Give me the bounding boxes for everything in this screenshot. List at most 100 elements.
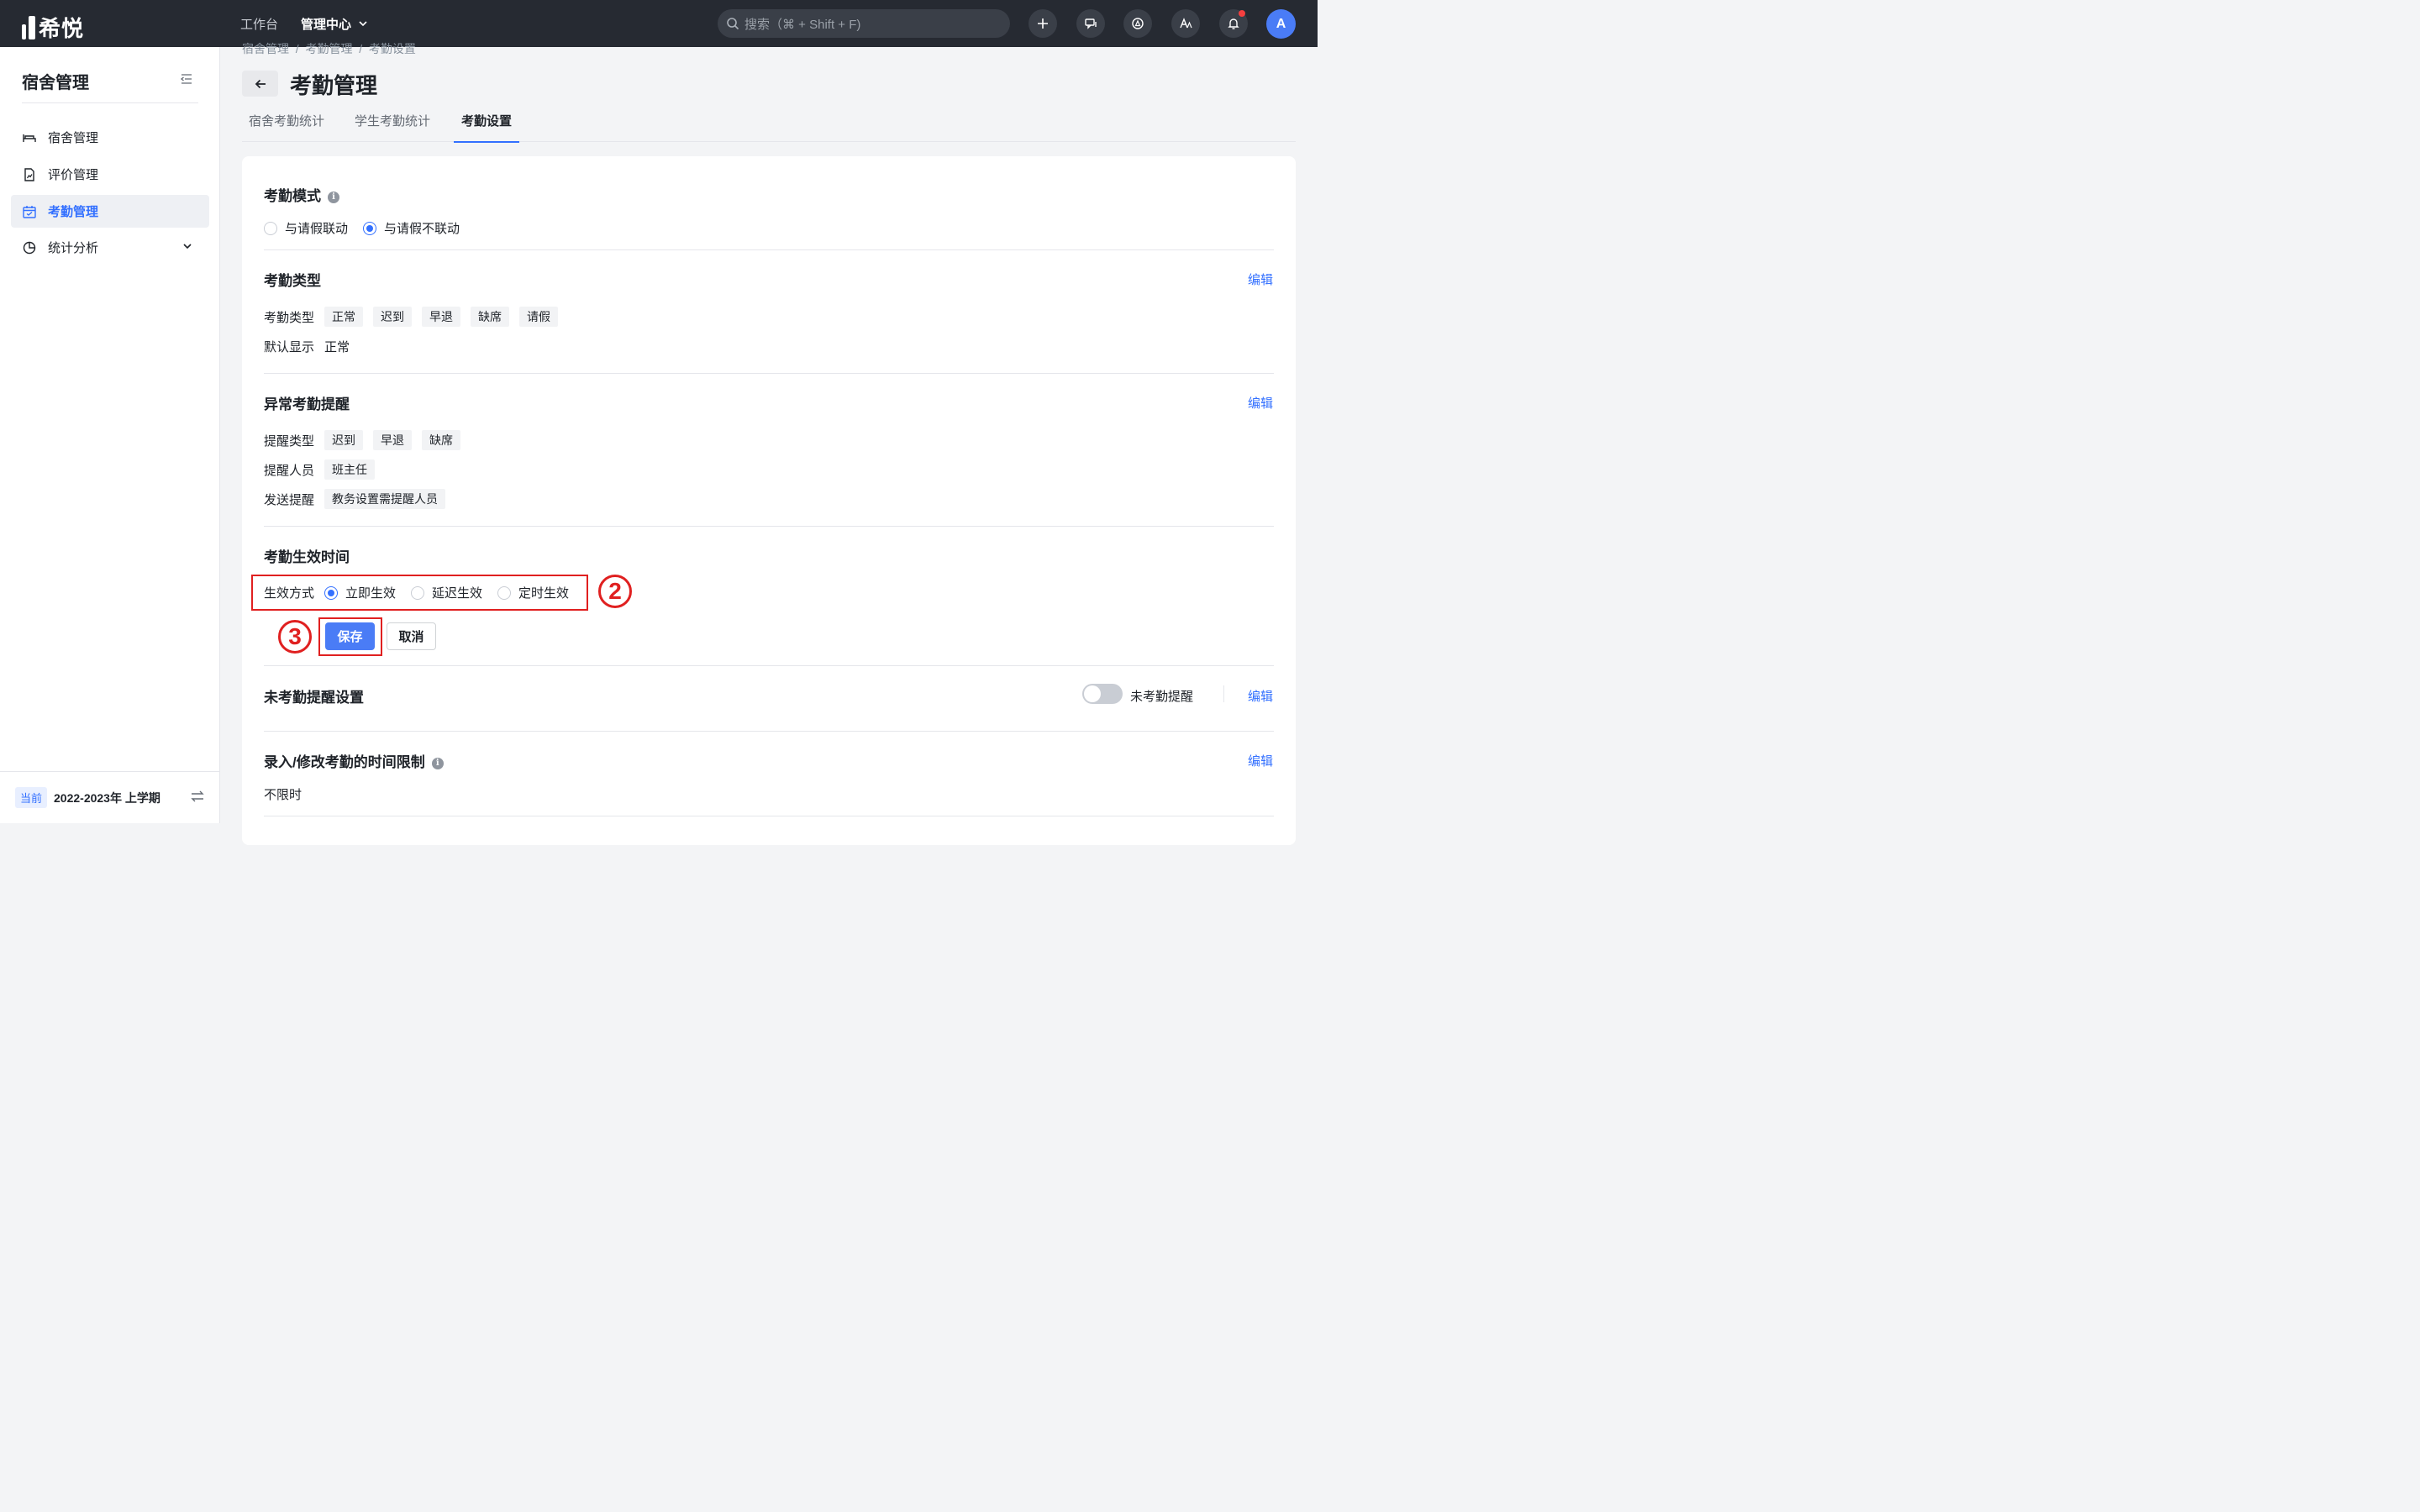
field-label: 默认显示 [264,340,315,354]
info-icon[interactable]: i [431,757,444,769]
type-tag: 缺席 [471,307,510,327]
sidebar-item-evaluation[interactable]: 评价管理 [11,158,209,191]
logo-text: 希悦 [39,16,85,41]
alert-type-tag: 缺席 [422,430,461,450]
section-mode-title: 考勤模式 i [264,184,339,205]
sidebar: 宿舍管理 宿舍管理 评价管理 考勤管理 统计分析 当前 2022-2023年 上… [0,47,220,823]
chat-icon [1085,18,1097,29]
breadcrumb: 宿舍管理 / 考勤管理 / 考勤设置 [242,42,416,57]
annotation-number-3: 3 [278,620,312,654]
nav-workbench[interactable]: 工作台 [240,15,278,33]
edit-alert-button[interactable]: 编辑 [1248,394,1273,412]
type-row: 考勤类型 正常 迟到 早退 缺席 请假 [264,307,568,327]
top-nav: 工作台 管理中心 [240,0,368,47]
alert-people-row: 提醒人员 班主任 [264,459,385,480]
chevron-down-icon [183,244,192,249]
calendar-check-icon [22,204,37,219]
sidebar-item-statistics[interactable]: 统计分析 [11,231,209,264]
breadcrumb-item[interactable]: 宿舍管理 [242,42,289,57]
term-badge: 当前 [15,787,48,808]
chevron-down-icon [359,21,367,27]
compass-icon [1132,18,1144,29]
section-divider [264,731,1274,732]
section-effective-title: 考勤生效时间 [264,549,350,565]
alert-people-tag: 班主任 [324,459,376,480]
section-alert-title: 异常考勤提醒 [264,396,350,412]
radio-circle [497,585,512,600]
vertical-separator [1223,685,1224,702]
radio-immediate[interactable]: 立即生效 [324,584,396,601]
term-selector[interactable]: 当前 2022-2023年 上学期 [0,771,219,823]
tab-attendance-settings[interactable]: 考勤设置 [453,104,520,143]
arrow-left-icon [255,79,266,88]
absent-reminder-toggle[interactable] [1082,684,1123,704]
sidebar-item-label: 宿舍管理 [48,131,99,145]
field-label: 发送提醒 [264,492,315,507]
edit-type-button[interactable]: 编辑 [1248,270,1273,288]
alert-type-row: 提醒类型 迟到 早退 缺席 [264,430,471,450]
section-divider [264,249,1274,250]
breadcrumb-item: 考勤设置 [368,42,416,55]
tab-dorm-attendance-stats[interactable]: 宿舍考勤统计 [249,104,324,142]
radio-delayed[interactable]: 延迟生效 [411,584,482,601]
edit-absent-button[interactable]: 编辑 [1248,687,1273,705]
sidebar-item-dormitory[interactable]: 宿舍管理 [11,121,209,154]
swap-icon[interactable] [190,789,205,804]
default-row: 默认显示 正常 [264,338,350,355]
search-input[interactable]: 搜索（⌘ + Shift + F) [718,9,1010,38]
save-button[interactable]: 保存 [325,622,375,650]
field-label: 提醒人员 [264,463,315,478]
radio-label: 与请假联动 [285,222,349,236]
section-type-title: 考勤类型 [264,273,321,289]
avatar[interactable]: A [1266,9,1296,39]
info-icon[interactable]: i [328,191,339,203]
radio-circle-selected [363,221,377,235]
app-logo[interactable]: 希悦 [22,12,84,43]
nav-admin-center-label: 管理中心 [301,17,352,32]
pie-chart-icon [22,240,37,255]
tab-bar: 宿舍考勤统计 学生考勤统计 考勤设置 [242,104,1296,143]
messages-button[interactable] [1076,9,1105,38]
app-store-button[interactable] [1123,9,1152,38]
language-button[interactable] [1171,9,1200,38]
add-button[interactable] [1028,9,1057,38]
radio-circle [411,585,425,600]
section-divider [264,665,1274,666]
cancel-button[interactable]: 取消 [387,622,436,650]
absent-reminder-label: 未考勤提醒 [1130,690,1194,704]
radio-unlinked-leave[interactable]: 与请假不联动 [363,219,460,237]
edit-limit-button[interactable]: 编辑 [1248,752,1273,769]
document-chart-icon [22,167,37,182]
section-divider [264,373,1274,374]
section-limit-title: 录入/修改考勤的时间限制 i [264,750,444,771]
field-label: 考勤类型 [264,310,315,325]
radio-label: 与请假不联动 [384,222,460,236]
logo-mark-icon [22,15,35,39]
type-tag: 正常 [324,307,364,327]
section-mode-title-text: 考勤模式 [264,188,321,204]
plus-icon [1038,18,1048,29]
effective-method-row: 生效方式 立即生效 延迟生效 定时生效 [264,584,584,601]
radio-scheduled[interactable]: 定时生效 [497,584,569,601]
term-text: 2022-2023年 上学期 [54,790,160,805]
sidebar-item-label: 考勤管理 [48,205,99,219]
sidebar-title: 宿舍管理 [22,74,89,92]
breadcrumb-item[interactable]: 考勤管理 [305,42,352,57]
radio-label: 定时生效 [518,586,570,601]
field-label: 提醒类型 [264,433,315,449]
radio-circle [264,221,277,235]
notification-dot [1239,10,1245,17]
nav-admin-center[interactable]: 管理中心 [301,15,368,33]
mode-radio-group: 与请假联动 与请假不联动 [264,219,475,237]
section-limit-title-text: 录入/修改考勤的时间限制 [264,754,425,770]
notifications-button[interactable] [1219,9,1248,38]
tab-student-attendance-stats[interactable]: 学生考勤统计 [355,104,430,142]
collapse-sidebar-button[interactable] [180,72,193,88]
back-button[interactable] [242,71,278,97]
radio-linked-leave[interactable]: 与请假联动 [264,219,348,237]
bell-icon [1228,18,1239,29]
sidebar-item-attendance[interactable]: 考勤管理 [11,195,209,228]
top-bar: 希悦 工作台 管理中心 搜索（⌘ + Shift + F) A [0,0,1318,47]
sidebar-item-label: 统计分析 [48,241,99,255]
radio-label: 延迟生效 [432,586,483,601]
